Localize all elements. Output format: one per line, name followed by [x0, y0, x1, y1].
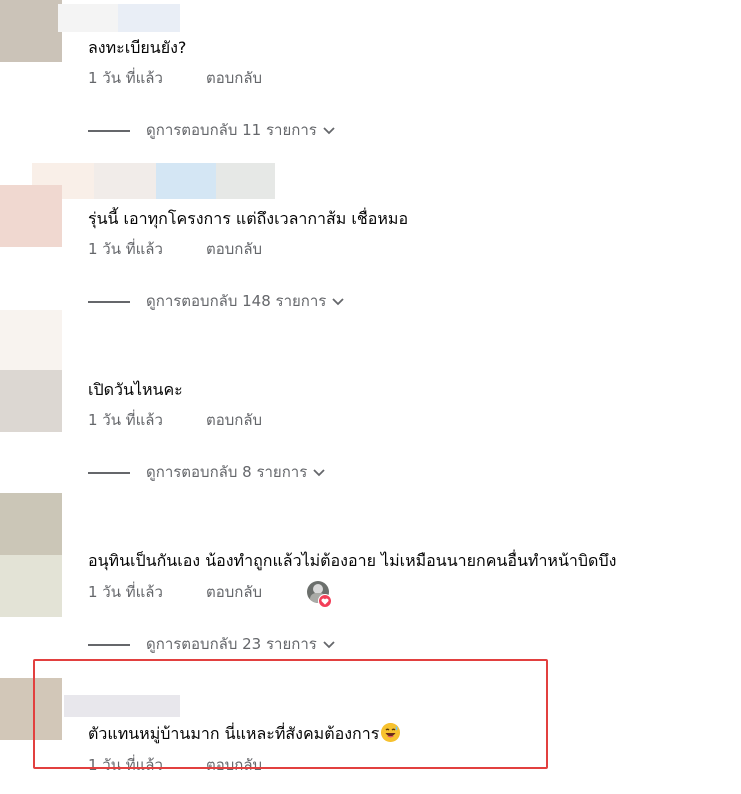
- reply-button[interactable]: ตอบกลับ: [206, 68, 262, 88]
- comment-text: เปิดวันไหนคะ: [88, 380, 183, 399]
- highlight-box: [33, 659, 548, 769]
- commenter-name-blurred: [118, 4, 180, 32]
- view-replies-button[interactable]: ดูการตอบกลับ 11 รายการ: [88, 120, 378, 140]
- view-replies-button[interactable]: ดูการตอบกลับ 148 รายการ: [88, 291, 388, 311]
- replies-divider: [88, 301, 130, 303]
- commenter-name-blurred: [156, 163, 216, 199]
- view-replies-label: ดูการตอบกลับ 11 รายการ: [146, 121, 317, 139]
- comment-text: รุ่นนี้ เอาทุกโครงการ แต่ถึงเวลากาส้ม เช…: [88, 209, 409, 228]
- replies-divider: [88, 644, 130, 646]
- chevron-down-icon: [323, 640, 335, 648]
- comment-meta: 1 วัน ที่แล้ว ตอบกลับ: [88, 582, 262, 602]
- comment-meta: 1 วัน ที่แล้ว ตอบกลับ: [88, 410, 262, 430]
- replies-divider: [88, 130, 130, 132]
- chevron-down-icon: [323, 126, 335, 134]
- comment-meta: 1 วัน ที่แล้ว ตอบกลับ: [88, 239, 262, 259]
- comment-time[interactable]: 1 วัน ที่แล้ว: [88, 240, 163, 258]
- commenter-name-blurred[interactable]: [58, 4, 118, 32]
- avatar[interactable]: [0, 310, 62, 370]
- comment-text: อนุทินเป็นกันเอง น้องทำถูกแล้วไม่ต้องอาย…: [88, 551, 617, 570]
- view-replies-label: ดูการตอบกลับ 23 รายการ: [146, 635, 317, 653]
- comment-time[interactable]: 1 วัน ที่แล้ว: [88, 411, 163, 429]
- commenter-name-blurred: [216, 163, 275, 199]
- comment-meta: 1 วัน ที่แล้ว ตอบกลับ: [88, 68, 262, 88]
- avatar: [0, 370, 62, 432]
- view-replies-label: ดูการตอบกลับ 148 รายการ: [146, 292, 327, 310]
- heart-reaction-icon: [318, 594, 332, 608]
- avatar[interactable]: [0, 185, 62, 247]
- view-replies-label: ดูการตอบกลับ 8 รายการ: [146, 463, 308, 481]
- commenter-name-blurred: [94, 163, 156, 199]
- avatar: [0, 555, 62, 617]
- view-replies-button[interactable]: ดูการตอบกลับ 23 รายการ: [88, 634, 378, 654]
- avatar[interactable]: [0, 0, 62, 62]
- chevron-down-icon: [332, 297, 345, 305]
- comment-time[interactable]: 1 วัน ที่แล้ว: [88, 69, 163, 87]
- view-replies-button[interactable]: ดูการตอบกลับ 8 รายการ: [88, 462, 368, 482]
- chevron-down-icon: [313, 468, 325, 476]
- reply-button[interactable]: ตอบกลับ: [206, 410, 262, 430]
- reply-button[interactable]: ตอบกลับ: [206, 582, 262, 602]
- comment-text: ลงทะเบียนยัง?: [88, 38, 187, 57]
- comment-time[interactable]: 1 วัน ที่แล้ว: [88, 583, 163, 601]
- avatar[interactable]: [0, 493, 62, 555]
- reply-button[interactable]: ตอบกลับ: [206, 239, 262, 259]
- replies-divider: [88, 472, 130, 474]
